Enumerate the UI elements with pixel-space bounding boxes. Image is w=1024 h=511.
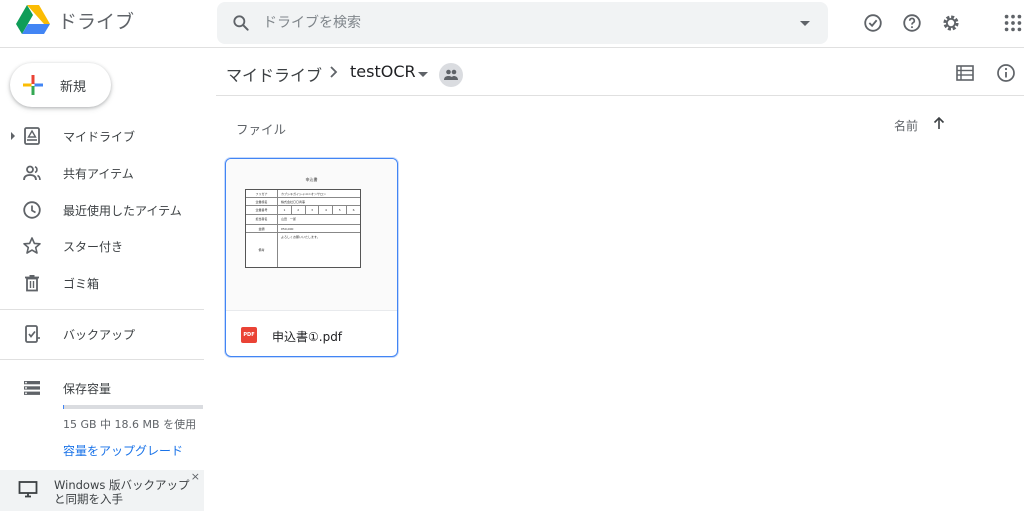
upgrade-storage-link[interactable]: 容量をアップグレード: [63, 442, 183, 459]
preview-row-label: 備考: [246, 233, 278, 267]
sidebar-item-starred[interactable]: スター付き: [0, 229, 204, 263]
help-icon[interactable]: [901, 12, 923, 34]
preview-row-value: よろしくお願いいたします。: [281, 235, 320, 239]
sidebar-divider: [0, 359, 204, 360]
apps-grid-icon[interactable]: [1002, 12, 1024, 34]
settings-icon[interactable]: [940, 12, 962, 34]
preview-cell: 4: [319, 206, 334, 214]
sidebar-divider: [0, 309, 204, 310]
offline-check-icon[interactable]: [862, 12, 884, 34]
preview-cell: 6: [352, 208, 355, 212]
main-content: マイドライブ testOCR ファイル 名前 申込書 フリガナ カブシキガイシャ…: [216, 48, 1024, 511]
sidebar-item-backup[interactable]: バックアップ: [0, 317, 204, 351]
preview-row: 金額 ¥50,000: [246, 225, 360, 233]
breadcrumb-current-folder[interactable]: testOCR: [350, 62, 416, 81]
info-icon[interactable]: [996, 63, 1016, 83]
shared-folder-badge[interactable]: [439, 63, 463, 87]
new-button-label: 新規: [60, 79, 87, 95]
preview-row-label: 金額: [246, 225, 278, 232]
pdf-file-icon: PDF: [241, 327, 257, 343]
search-options-chevron-down-icon[interactable]: [800, 21, 810, 26]
close-icon[interactable]: ×: [191, 470, 200, 483]
storage-usage-text: 15 GB 中 18.6 MB を使用: [63, 418, 197, 431]
sidebar: 新規 マイドライブ 共有アイテム 最近使用したアイテム スター付き ゴミ箱 バッ…: [0, 48, 204, 511]
chevron-right-icon: [330, 66, 338, 78]
sidebar-item-shared[interactable]: 共有アイテム: [0, 156, 204, 190]
preview-row-label: 企業番号: [246, 206, 278, 214]
preview-row-value: 株式会社〇〇商事: [281, 200, 306, 204]
sidebar-item-storage[interactable]: 保存容量: [0, 371, 204, 405]
preview-row: 企業様名 株式会社〇〇商事: [246, 198, 360, 206]
preview-row-value: 山田 一郎: [281, 217, 297, 221]
files-section-heading: ファイル: [236, 122, 287, 137]
search-icon[interactable]: [231, 13, 251, 33]
file-meta: PDF 申込書①.pdf: [226, 311, 397, 356]
preview-form-table: フリガナ カブシキガイシャユニオンサロン 企業様名 株式会社〇〇商事 企業番号 …: [245, 189, 361, 268]
preview-row-label: 企業様名: [246, 198, 278, 205]
breadcrumb-my-drive[interactable]: マイドライブ: [226, 62, 322, 86]
sidebar-item-label: 共有アイテム: [63, 167, 134, 181]
backup-sync-promo[interactable]: Windows 版バックアップと同期を入手 ×: [0, 470, 204, 511]
drive-app: ドライブ ドライブを検索 新規 マイドライブ 共有アイテム 最近使用したアイテム…: [0, 0, 1024, 511]
sort-by-name-button[interactable]: 名前: [894, 117, 918, 134]
preview-digit-cells: 1 2 3 4 5 6: [278, 206, 360, 214]
trash-icon: [25, 275, 39, 292]
sidebar-item-label: 最近使用したアイテム: [63, 204, 182, 218]
sidebar-item-my-drive[interactable]: マイドライブ: [0, 119, 204, 153]
expand-arrow-icon[interactable]: [11, 132, 15, 140]
preview-row: 企業番号 1 2 3 4 5 6: [246, 206, 360, 215]
shared-people-icon: [23, 165, 41, 181]
my-drive-icon: [24, 127, 40, 145]
desktop-monitor-icon: [18, 481, 38, 498]
preview-cell: 5: [333, 206, 348, 214]
plus-icon: [23, 75, 43, 95]
new-button[interactable]: 新規: [10, 63, 111, 107]
list-view-icon[interactable]: [955, 63, 975, 83]
folder-menu-chevron-down-icon[interactable]: [418, 72, 428, 77]
search-box[interactable]: [217, 2, 828, 44]
backup-icon: [25, 325, 40, 343]
search-input[interactable]: [263, 9, 783, 37]
preview-cell: 2: [292, 206, 306, 214]
sidebar-item-recent[interactable]: 最近使用したアイテム: [0, 193, 204, 227]
sidebar-item-label: バックアップ: [63, 328, 136, 342]
storage-quota-bar: [63, 405, 203, 409]
top-bar: ドライブ: [0, 0, 1024, 48]
preview-row: フリガナ カブシキガイシャユニオンサロン: [246, 190, 360, 198]
preview-row-label: 担当者名: [246, 215, 278, 224]
sidebar-item-trash[interactable]: ゴミ箱: [0, 266, 204, 300]
preview-row-value: カブシキガイシャユニオンサロン: [281, 192, 327, 196]
arrow-up-icon[interactable]: [931, 115, 947, 131]
storage-quota-fill: [63, 405, 64, 409]
file-card[interactable]: 申込書 フリガナ カブシキガイシャユニオンサロン 企業様名 株式会社〇〇商事 企…: [225, 158, 398, 357]
preview-title: 申込書: [305, 177, 318, 182]
preview-row-label: フリガナ: [246, 190, 278, 197]
app-title: ドライブ: [58, 10, 135, 33]
clock-icon: [23, 201, 41, 219]
drive-logo[interactable]: ドライブ: [16, 5, 134, 35]
storage-icon: [24, 381, 40, 395]
star-icon: [23, 237, 41, 254]
sidebar-item-label: マイドライブ: [63, 130, 136, 144]
breadcrumb-toolbar: マイドライブ testOCR: [216, 48, 1024, 96]
sidebar-item-label: 保存容量: [63, 382, 112, 396]
preview-row: 備考 よろしくお願いいたします。: [246, 233, 360, 267]
sidebar-item-label: スター付き: [63, 240, 124, 254]
file-name: 申込書①.pdf: [272, 330, 343, 344]
shared-people-icon: [444, 69, 458, 80]
preview-cell: 3: [306, 206, 320, 214]
drive-logo-icon: [16, 5, 50, 34]
file-thumbnail: 申込書 フリガナ カブシキガイシャユニオンサロン 企業様名 株式会社〇〇商事 企…: [226, 159, 397, 311]
preview-cell: 1: [278, 206, 292, 214]
preview-row-value: ¥50,000: [281, 227, 294, 231]
preview-row: 担当者名 山田 一郎: [246, 215, 360, 225]
sidebar-item-label: ゴミ箱: [63, 277, 100, 291]
promo-text: Windows 版バックアップと同期を入手: [54, 478, 190, 506]
